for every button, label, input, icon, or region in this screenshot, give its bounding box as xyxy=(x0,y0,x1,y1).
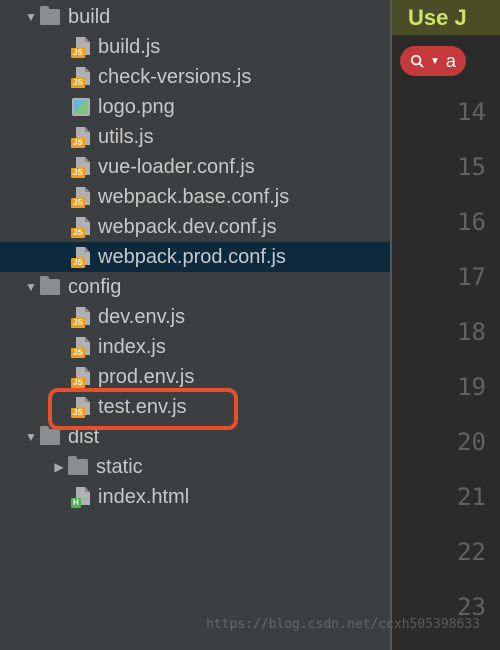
folder-static[interactable]: ▶ static xyxy=(0,452,390,482)
file-label: vue-loader.conf.js xyxy=(98,156,255,179)
js-file-icon: JS xyxy=(72,337,90,357)
editor-hint-bar[interactable]: Use J xyxy=(392,0,500,36)
expand-arrow-icon[interactable]: ▼ xyxy=(24,280,38,294)
file-dev-env-js[interactable]: JS dev.env.js xyxy=(0,302,390,332)
expand-arrow-icon[interactable]: ▼ xyxy=(24,430,38,444)
file-index-html[interactable]: H index.html xyxy=(0,482,390,512)
file-build-js[interactable]: JS build.js xyxy=(0,32,390,62)
file-logo-png[interactable]: logo.png xyxy=(0,92,390,122)
folder-label: config xyxy=(68,276,121,299)
search-pill[interactable]: ▼ a xyxy=(400,46,466,76)
file-label: webpack.prod.conf.js xyxy=(98,246,286,269)
folder-build[interactable]: ▼ build xyxy=(0,2,390,32)
file-tree-panel[interactable]: ▼ build JS build.js JS check-versions.js… xyxy=(0,0,390,650)
line-number: 17 xyxy=(392,249,486,304)
line-number: 19 xyxy=(392,359,486,414)
line-number: 21 xyxy=(392,469,486,524)
js-file-icon: JS xyxy=(72,37,90,57)
js-file-icon: JS xyxy=(72,127,90,147)
file-label: webpack.base.conf.js xyxy=(98,186,289,209)
folder-dist[interactable]: ▼ dist xyxy=(0,422,390,452)
js-file-icon: JS xyxy=(72,307,90,327)
line-number: 18 xyxy=(392,304,486,359)
file-webpack-prod-conf-js[interactable]: JS webpack.prod.conf.js xyxy=(0,242,390,272)
file-label: logo.png xyxy=(98,96,175,119)
html-file-icon: H xyxy=(72,487,90,507)
line-number: 15 xyxy=(392,139,486,194)
js-file-icon: JS xyxy=(72,187,90,207)
folder-label: static xyxy=(96,456,143,479)
js-file-icon: JS xyxy=(72,247,90,267)
file-test-env-js[interactable]: JS test.env.js xyxy=(0,392,390,422)
file-vue-loader-conf-js[interactable]: JS vue-loader.conf.js xyxy=(0,152,390,182)
file-label: index.js xyxy=(98,336,166,359)
js-file-icon: JS xyxy=(72,397,90,417)
js-file-icon: JS xyxy=(72,217,90,237)
folder-icon xyxy=(40,279,60,295)
collapsed-arrow-icon[interactable]: ▶ xyxy=(52,460,66,474)
file-check-versions-js[interactable]: JS check-versions.js xyxy=(0,62,390,92)
folder-icon xyxy=(40,429,60,445)
line-number: 23 xyxy=(392,579,486,634)
js-file-icon: JS xyxy=(72,67,90,87)
search-chevron-icon: ▼ xyxy=(430,56,440,67)
file-label: build.js xyxy=(98,36,160,59)
file-prod-env-js[interactable]: JS prod.env.js xyxy=(0,362,390,392)
file-label: check-versions.js xyxy=(98,66,251,89)
line-number: 14 xyxy=(392,84,486,139)
folder-icon xyxy=(40,9,60,25)
line-number: 22 xyxy=(392,524,486,579)
folder-config[interactable]: ▼ config xyxy=(0,272,390,302)
search-icon xyxy=(410,54,424,68)
search-text: a xyxy=(446,51,456,72)
line-number: 16 xyxy=(392,194,486,249)
file-webpack-dev-conf-js[interactable]: JS webpack.dev.conf.js xyxy=(0,212,390,242)
folder-label: build xyxy=(68,6,110,29)
folder-label: dist xyxy=(68,426,99,449)
file-label: prod.env.js xyxy=(98,366,194,389)
file-label: utils.js xyxy=(98,126,154,149)
image-file-icon xyxy=(72,98,90,116)
folder-icon xyxy=(68,459,88,475)
js-file-icon: JS xyxy=(72,367,90,387)
file-webpack-base-conf-js[interactable]: JS webpack.base.conf.js xyxy=(0,182,390,212)
file-label: test.env.js xyxy=(98,396,187,419)
file-label: index.html xyxy=(98,486,189,509)
expand-arrow-icon[interactable]: ▼ xyxy=(24,10,38,24)
hint-text: Use J xyxy=(408,5,467,31)
js-file-icon: JS xyxy=(72,157,90,177)
line-number-gutter: 14151617181920212223 xyxy=(392,84,500,634)
line-number: 20 xyxy=(392,414,486,469)
editor-panel: Use J ▼ a 14151617181920212223 xyxy=(390,0,500,650)
file-index-js[interactable]: JS index.js xyxy=(0,332,390,362)
file-label: webpack.dev.conf.js xyxy=(98,216,277,239)
file-utils-js[interactable]: JS utils.js xyxy=(0,122,390,152)
file-label: dev.env.js xyxy=(98,306,185,329)
